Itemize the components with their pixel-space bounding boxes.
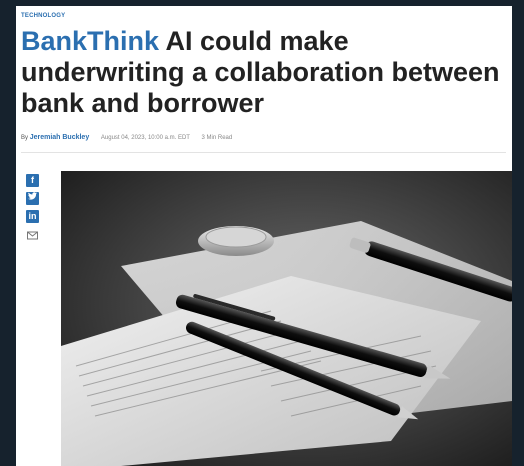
facebook-icon: f: [31, 175, 34, 185]
hero-photo-pens-on-documents: [61, 171, 512, 466]
byline: By Jeremiah Buckley August 04, 2023, 10:…: [21, 134, 232, 141]
author-link[interactable]: Jeremiah Buckley: [30, 134, 90, 141]
article-page: TECHNOLOGY BankThink AI could make under…: [16, 6, 512, 466]
headline: BankThink AI could make underwriting a c…: [21, 26, 506, 119]
linkedin-share-button[interactable]: in: [26, 210, 39, 223]
read-time: 3 Min Read: [201, 135, 233, 141]
mail-icon: [27, 231, 38, 240]
share-bar: f in: [26, 174, 40, 240]
facebook-share-button[interactable]: f: [26, 174, 39, 187]
section-label[interactable]: TECHNOLOGY: [21, 13, 65, 19]
brand-label[interactable]: BankThink: [21, 26, 159, 56]
email-share-button[interactable]: [26, 228, 39, 240]
publish-date: August 04, 2023, 10:00 a.m. EDT: [100, 135, 190, 141]
hero-image: [61, 171, 512, 466]
linkedin-icon: in: [28, 211, 37, 221]
by-label: By: [21, 135, 29, 141]
twitter-icon: [28, 192, 37, 200]
twitter-share-button[interactable]: [26, 192, 39, 205]
divider: [21, 152, 506, 153]
